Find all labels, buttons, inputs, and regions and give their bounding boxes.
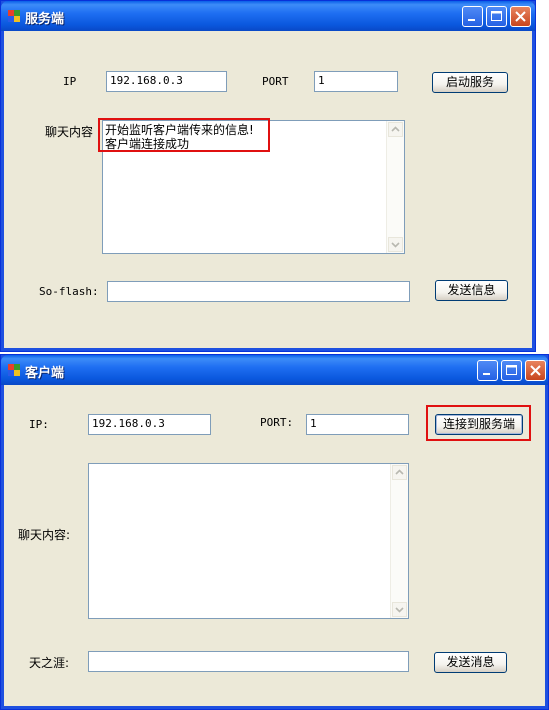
app-window-icon [8, 10, 20, 22]
minimize-icon [483, 373, 490, 375]
client-window: 客户端 IP: 192.168.0.3 PORT: 1 连接到服务端 聊天内容:… [0, 354, 549, 710]
scroll-up-button[interactable] [388, 122, 403, 137]
client-chat-label: 聊天内容: [18, 528, 71, 542]
connect-to-server-button[interactable]: 连接到服务端 [435, 414, 523, 435]
arrow-up-icon [391, 126, 400, 132]
scroll-down-button[interactable] [392, 602, 407, 617]
close-button[interactable] [525, 360, 546, 381]
server-window-title: 服务端 [25, 12, 65, 27]
minimize-button[interactable] [462, 6, 483, 27]
scroll-up-button[interactable] [392, 465, 407, 480]
server-send-button[interactable]: 发送信息 [435, 280, 508, 301]
scroll-down-button[interactable] [388, 237, 403, 252]
server-message-input[interactable] [107, 281, 410, 302]
arrow-up-icon [395, 469, 404, 475]
server-ip-input[interactable]: 192.168.0.3 [106, 71, 227, 92]
client-message-label: 天之涯: [29, 656, 70, 670]
client-port-label: PORT: [260, 416, 294, 429]
client-message-input[interactable] [88, 651, 409, 672]
server-chat-line: 开始监听客户端传来的信息! [105, 123, 254, 137]
server-message-label: So-flash: [39, 285, 99, 298]
client-send-button[interactable]: 发送消息 [434, 652, 507, 673]
client-chat-textarea[interactable] [88, 463, 409, 619]
close-icon [530, 365, 541, 376]
server-titlebar[interactable]: 服务端 [1, 1, 535, 31]
server-window: 服务端 IP 192.168.0.3 PORT 1 启动服务 聊天内容 开始监听… [0, 0, 536, 352]
client-chat-scrollbar[interactable] [390, 464, 408, 618]
app-window-icon [8, 364, 20, 376]
close-icon [515, 11, 526, 22]
maximize-button[interactable] [501, 360, 522, 381]
client-window-title: 客户端 [25, 366, 65, 381]
server-ip-label: IP [63, 75, 77, 88]
client-ip-label: IP: [29, 418, 49, 431]
maximize-icon [491, 11, 502, 21]
server-port-input[interactable]: 1 [314, 71, 398, 92]
arrow-down-icon [391, 242, 400, 248]
server-chat-label: 聊天内容 [45, 125, 94, 139]
server-chat-textarea[interactable]: 开始监听客户端传来的信息! 客户端连接成功 [102, 120, 405, 254]
maximize-button[interactable] [486, 6, 507, 27]
client-port-input[interactable]: 1 [306, 414, 409, 435]
maximize-icon [506, 365, 517, 375]
close-button[interactable] [510, 6, 531, 27]
client-ip-input[interactable]: 192.168.0.3 [88, 414, 211, 435]
minimize-button[interactable] [477, 360, 498, 381]
server-chat-scrollbar[interactable] [386, 121, 404, 253]
start-service-button[interactable]: 启动服务 [432, 72, 508, 93]
client-titlebar[interactable]: 客户端 [1, 355, 548, 385]
server-port-label: PORT [262, 75, 289, 88]
minimize-icon [468, 19, 475, 21]
server-chat-line: 客户端连接成功 [105, 137, 190, 151]
arrow-down-icon [395, 607, 404, 613]
